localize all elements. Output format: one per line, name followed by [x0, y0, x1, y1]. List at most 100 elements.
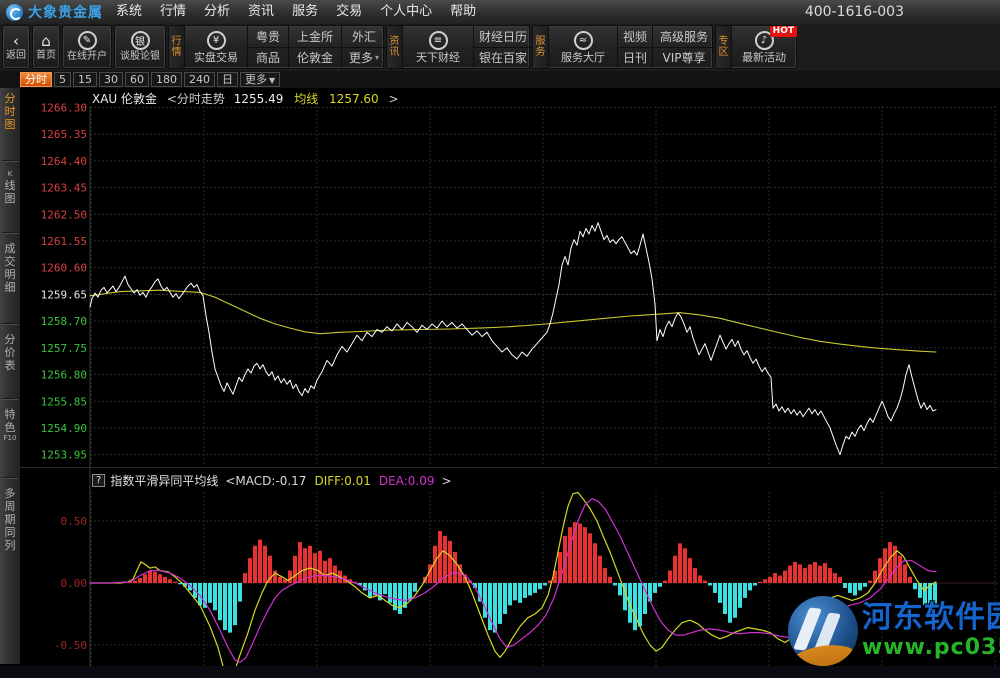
menu-item-3[interactable]: 资讯: [239, 0, 283, 24]
macd-histogram-bar: [143, 574, 147, 583]
toolbar-subitem[interactable]: 上金所: [289, 26, 341, 48]
toolbar-main-label: 实盘交易: [194, 51, 238, 64]
trade-icon: ¥: [207, 31, 226, 50]
price-axis-label: 1264.40: [41, 155, 87, 168]
period-tab-1[interactable]: 5: [54, 72, 71, 87]
macd-histogram-bar: [533, 583, 537, 593]
price-axis-label: 1261.55: [41, 235, 87, 248]
dea-value: DEA:0.09: [379, 474, 435, 488]
sidebar-item-4[interactable]: 特色F10: [0, 408, 20, 443]
toolbar-register-button[interactable]: ✎在线开户: [62, 25, 112, 69]
macd-histogram-bar: [808, 564, 812, 583]
toolbar-back-button[interactable]: ‹返回: [2, 25, 30, 69]
macd-histogram-bar: [588, 533, 592, 583]
toolbar-subitem[interactable]: 高级服务: [653, 26, 715, 48]
toolbar-subitem[interactable]: VIP尊享: [653, 48, 715, 69]
menu-item-7[interactable]: 帮助: [441, 0, 485, 24]
price-axis-label: 1257.75: [41, 342, 87, 355]
macd-histogram-bar: [293, 556, 297, 583]
watermark-logo-icon: [788, 596, 858, 666]
toolbar-subitem[interactable]: 银在百家: [474, 48, 532, 69]
toolbar-subitem[interactable]: 日刊: [618, 48, 652, 69]
menubar: 系统行情分析资讯服务交易个人中心帮助: [107, 0, 485, 24]
period-tab-0[interactable]: 分时: [20, 72, 52, 87]
sidebar-item-0[interactable]: 分时图: [0, 92, 20, 131]
toolbar-group-tab[interactable]: 专区: [716, 26, 732, 68]
price-axis-label: 1258.70: [41, 315, 87, 328]
toolbar-group-tab[interactable]: 服务: [533, 26, 549, 68]
period-tab-5[interactable]: 180: [151, 72, 182, 87]
sidebar-item-2[interactable]: 成交明细: [0, 242, 20, 294]
macd-histogram-bar: [583, 527, 587, 583]
macd-histogram-bar: [273, 571, 277, 583]
price-axis-label: 1263.45: [41, 182, 87, 195]
toolbar: ‹返回⌂首页✎在线开户银谈股论银行情¥实盘交易粤贵商品上金所伦敦金外汇更多资讯≡…: [0, 24, 1000, 73]
macd-histogram-bar: [763, 579, 767, 583]
macd-histogram-bar: [678, 543, 682, 583]
macd-histogram-bar: [138, 578, 142, 583]
macd-histogram-bar: [528, 583, 532, 595]
period-tab-2[interactable]: 15: [73, 72, 97, 87]
toolbar-subitem[interactable]: 伦敦金: [289, 48, 341, 69]
toolbar-group-tab[interactable]: 行情: [169, 26, 185, 68]
ma-value: 1257.60: [329, 92, 379, 106]
sidebar-item-3[interactable]: 分价表: [0, 333, 20, 372]
menu-item-4[interactable]: 服务: [283, 0, 327, 24]
toolbar-subitem[interactable]: 财经日历: [474, 26, 532, 48]
hot-badge: HOT: [770, 26, 797, 37]
menu-item-6[interactable]: 个人中心: [371, 0, 441, 24]
macd-histogram-bar: [663, 581, 667, 583]
macd-histogram-bar: [858, 583, 862, 590]
toolbar-subitem[interactable]: 商品: [248, 48, 288, 69]
macd-histogram-bar: [608, 577, 612, 583]
menu-item-1[interactable]: 行情: [151, 0, 195, 24]
help-icon[interactable]: ?: [92, 474, 105, 487]
bracket-close: >: [441, 474, 451, 488]
sidebar-item-5[interactable]: 多周期同列: [0, 487, 20, 552]
toolbar-main-label: 天下财经: [416, 51, 460, 64]
macd-histogram-bar: [838, 577, 842, 583]
macd-histogram-bar: [313, 553, 317, 583]
macd-histogram-bar: [538, 583, 542, 589]
toolbar-button-label: 在线开户: [67, 51, 107, 63]
period-tab-6[interactable]: 240: [184, 72, 215, 87]
sidebar-item-1[interactable]: K线图: [0, 170, 20, 205]
toolbar-main-button-1[interactable]: ≡天下财经: [403, 26, 473, 68]
macd-histogram-bar: [498, 583, 502, 624]
macd-histogram-bar: [398, 583, 402, 614]
toolbar-subitem[interactable]: 粤贵: [248, 26, 288, 48]
toolbar-forum-button[interactable]: 银谈股论银: [114, 25, 166, 69]
toolbar-subitem[interactable]: 外汇: [342, 26, 386, 48]
toolbar-subitem[interactable]: 更多: [342, 48, 386, 69]
watermark: 河东软件园 www.pc0359.cn: [788, 591, 998, 671]
macd-histogram-bar: [758, 582, 762, 583]
period-tab-3[interactable]: 30: [99, 72, 123, 87]
toolbar-group-tab[interactable]: 资讯: [387, 26, 403, 68]
period-tab-4[interactable]: 60: [125, 72, 149, 87]
period-tab-7[interactable]: 日: [217, 72, 238, 87]
macd-histogram-bar: [728, 583, 732, 623]
toolbar-subcolumn: 上金所伦敦金: [288, 26, 341, 68]
macd-histogram-bar: [653, 583, 657, 593]
toolbar-main-button-0[interactable]: ¥实盘交易: [185, 26, 247, 68]
watermark-site-url: www.pc0359.cn: [862, 635, 1000, 661]
menu-item-0[interactable]: 系统: [107, 0, 151, 24]
menu-item-5[interactable]: 交易: [327, 0, 371, 24]
macd-histogram-bar: [718, 583, 722, 603]
sidebar-divider: [2, 398, 18, 400]
forum-icon: 银: [131, 31, 150, 50]
toolbar-main-button-2[interactable]: ≈服务大厅: [549, 26, 617, 68]
toolbar-subitem[interactable]: 视频: [618, 26, 652, 48]
macd-histogram-bar: [223, 583, 227, 630]
macd-histogram-bar: [593, 543, 597, 583]
watermark-site-name: 河东软件园: [862, 601, 1000, 635]
menu-item-2[interactable]: 分析: [195, 0, 239, 24]
macd-histogram-bar: [518, 583, 522, 603]
period-more-button[interactable]: 更多▼: [240, 72, 280, 87]
macd-histogram-bar: [168, 579, 172, 583]
toolbar-home-button[interactable]: ⌂首页: [32, 25, 60, 69]
price-axis-label: 1262.50: [41, 208, 87, 221]
macd-histogram-bar: [153, 572, 157, 583]
macd-histogram-bar: [773, 573, 777, 583]
macd-histogram-bar: [408, 583, 412, 600]
